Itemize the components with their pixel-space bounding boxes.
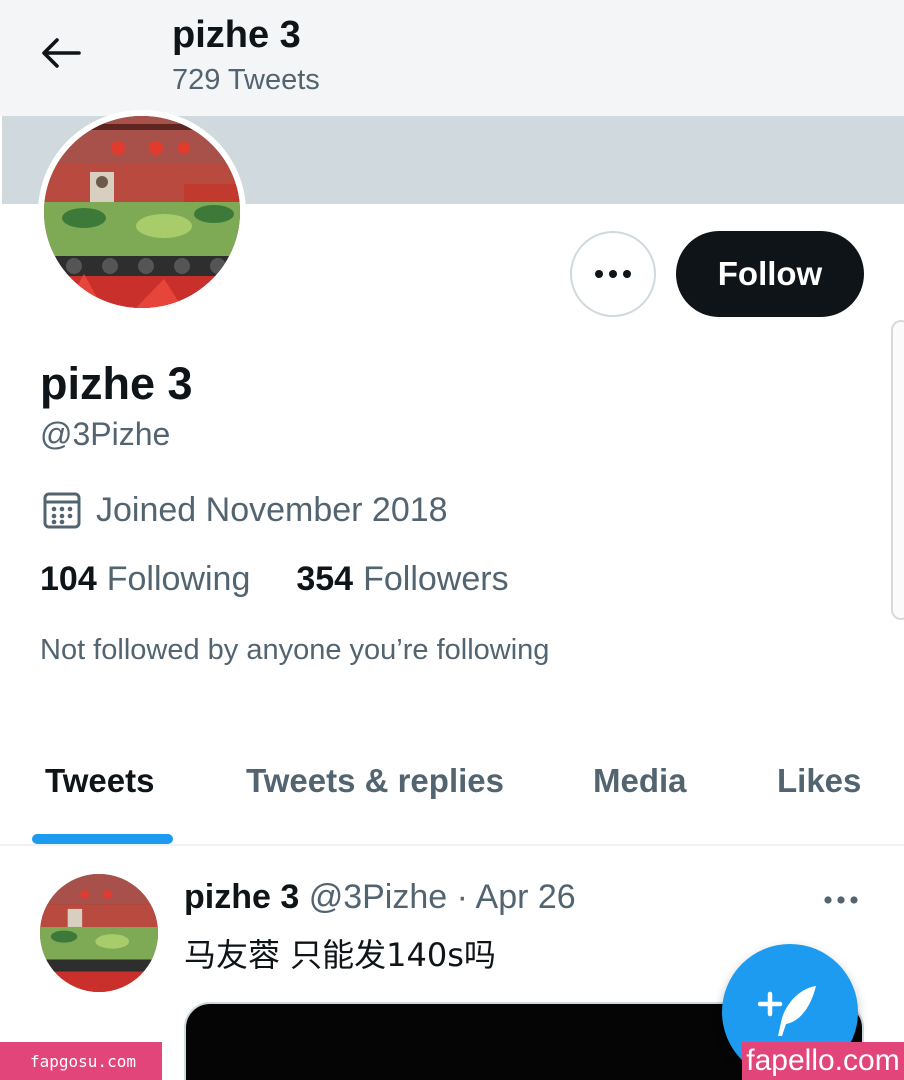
tab-tweets-replies[interactable]: Tweets & replies: [246, 762, 504, 800]
compose-tweet-icon: [758, 986, 816, 1036]
profile-tabs: Tweets Tweets & replies Media Likes: [0, 740, 904, 846]
scrollbar[interactable]: [891, 320, 904, 620]
tab-tweets[interactable]: Tweets: [45, 762, 154, 800]
header-tweet-count: 729 Tweets: [172, 64, 320, 96]
tweet-separator: ·: [456, 878, 468, 916]
watermark-right: fapello.com: [742, 1042, 904, 1080]
profile-handle: @3Pizhe: [40, 416, 171, 452]
top-bar: pizhe 3 729 Tweets: [0, 0, 904, 116]
more-horizontal-icon: [595, 270, 631, 278]
followers-count: 354: [296, 560, 354, 598]
profile-page: pizhe 3 729 Tweets Follow pizhe 3 @3Pizh…: [0, 0, 904, 1080]
tweet-avatar[interactable]: [40, 874, 158, 992]
profile-stats: 104 Following 354 Followers: [40, 560, 509, 599]
profile-avatar[interactable]: [38, 110, 246, 314]
tweet-avatar-image: [40, 874, 158, 992]
profile-display-name: pizhe 3: [40, 358, 193, 409]
tab-media[interactable]: Media: [593, 762, 687, 800]
header-title: pizhe 3: [172, 14, 301, 56]
following-count: 104: [40, 560, 97, 598]
back-button[interactable]: [36, 30, 86, 76]
joined-text: Joined November 2018: [96, 490, 448, 529]
tweet-header: pizhe 3 @3Pizhe · Apr 26: [184, 878, 576, 917]
more-horizontal-icon: [824, 896, 858, 904]
more-options-button[interactable]: [570, 231, 656, 317]
tweet-date[interactable]: Apr 26: [476, 878, 576, 916]
followers-label: Followers: [363, 560, 509, 598]
tweet-author-handle[interactable]: @3Pizhe: [309, 878, 447, 916]
tweet-author-name[interactable]: pizhe 3: [184, 878, 299, 916]
tweet-text: 马友蓉 只能发140s吗: [184, 936, 496, 974]
avatar-image: [44, 116, 240, 308]
following-link[interactable]: 104 Following: [40, 560, 250, 599]
followers-link[interactable]: 354 Followers: [296, 560, 508, 599]
follow-button[interactable]: Follow: [676, 231, 864, 317]
joined-date: Joined November 2018: [42, 490, 448, 530]
arrow-left-icon: [42, 38, 81, 68]
following-label: Following: [106, 560, 251, 598]
active-tab-indicator: [32, 834, 173, 844]
watermark-left: fapgosu.com: [0, 1042, 162, 1080]
not-followed-notice: Not followed by anyone you’re following: [40, 634, 550, 666]
tweet-more-button[interactable]: [818, 880, 864, 920]
tab-likes[interactable]: Likes: [777, 762, 861, 800]
calendar-icon: [43, 492, 81, 529]
